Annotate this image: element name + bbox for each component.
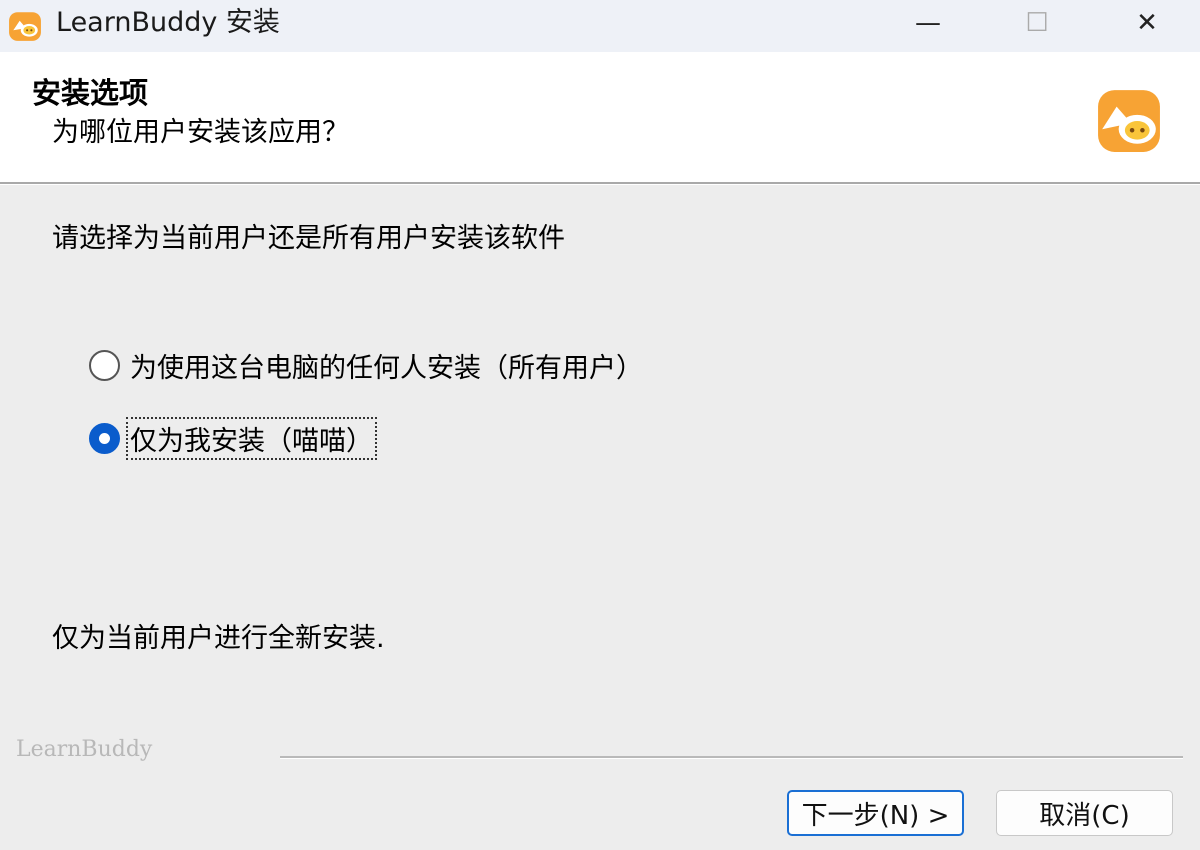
app-icon xyxy=(9,12,41,41)
instruction-text: 请选择为当前用户还是所有用户安装该软件 xyxy=(52,223,565,254)
radio-current-user[interactable] xyxy=(89,422,120,454)
footer-divider-highlight xyxy=(280,758,1183,759)
header-divider-highlight xyxy=(0,184,1200,185)
page-title: 安装选项 xyxy=(32,76,149,110)
option-current-user-label[interactable]: 仅为我安装（喵喵） xyxy=(126,416,377,460)
option-all-users[interactable]: 为使用这台电脑的任何人安装（所有用户） xyxy=(89,345,645,385)
brand-label: LearnBuddy xyxy=(16,737,153,762)
maximize-button[interactable]: ☐ xyxy=(1002,0,1072,46)
close-button[interactable]: ✕ xyxy=(1112,0,1182,46)
page-subtitle: 为哪位用户安装该应用？ xyxy=(52,117,349,148)
title-bar: LearnBuddy 安装 — ☐ ✕ xyxy=(0,0,1200,52)
option-all-users-label[interactable]: 为使用这台电脑的任何人安装（所有用户） xyxy=(128,346,645,385)
install-status-text: 仅为当前用户进行全新安装. xyxy=(52,623,385,654)
window-title: LearnBuddy 安装 xyxy=(56,7,280,38)
minimize-button[interactable]: — xyxy=(893,0,963,46)
next-button[interactable]: 下一步(N) > xyxy=(787,790,964,836)
radio-all-users[interactable] xyxy=(89,349,120,381)
cancel-button[interactable]: 取消(C) xyxy=(996,790,1173,836)
wizard-header: 安装选项 为哪位用户安装该应用？ xyxy=(0,52,1200,182)
option-current-user[interactable]: 仅为我安装（喵喵） xyxy=(89,416,377,460)
learnbuddy-logo-icon xyxy=(1098,90,1160,152)
